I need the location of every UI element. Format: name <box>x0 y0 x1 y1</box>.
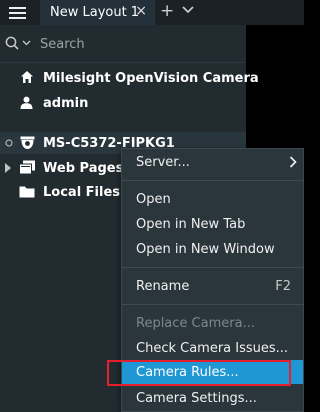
web-pages-label: Web Pages <box>43 160 124 176</box>
user-icon <box>20 96 33 109</box>
search-input[interactable] <box>40 34 230 54</box>
tree-item-user[interactable]: admin <box>0 92 246 114</box>
menu-item-replace-camera: Replace Camera... <box>122 311 303 335</box>
user-name: admin <box>43 95 89 111</box>
hamburger-icon <box>8 6 26 19</box>
close-icon[interactable]: × <box>135 3 147 19</box>
web-pages-icon <box>19 160 35 175</box>
menu-item-label: Check Camera Issues... <box>136 340 289 356</box>
menu-separator <box>122 180 303 181</box>
menu-separator <box>122 267 303 268</box>
expand-arrow-icon[interactable] <box>5 163 11 173</box>
menu-item-label: Open <box>136 191 171 207</box>
home-icon <box>21 71 33 83</box>
menu-item-server[interactable]: Server... <box>122 150 303 174</box>
chevron-right-icon <box>289 156 297 168</box>
menu-item-label: Rename <box>136 278 190 294</box>
menu-item-label: Camera Settings... <box>136 390 257 406</box>
folder-icon <box>19 186 35 198</box>
tab-new-layout-1[interactable]: New Layout 1 × <box>40 0 155 25</box>
search-bar <box>0 25 246 63</box>
menu-item-check-camera-issues[interactable]: Check Camera Issues... <box>122 336 303 360</box>
menu-item-label: Open in New Tab <box>136 216 246 232</box>
tab-label: New Layout 1 <box>50 5 140 20</box>
status-dot-icon <box>5 139 13 147</box>
tree-item-server[interactable]: Milesight OpenVision Camera <box>0 67 259 89</box>
annotation-highlight-box <box>107 360 291 386</box>
top-bar: New Layout 1 × + <box>0 0 304 25</box>
menu-item-label: Replace Camera... <box>136 315 255 331</box>
server-name: Milesight OpenVision Camera <box>43 70 259 86</box>
camera-icon <box>20 136 35 149</box>
menu-item-rename[interactable]: Rename F2 <box>122 274 303 298</box>
main-menu-button[interactable] <box>0 0 34 25</box>
menu-item-label: Server... <box>136 154 190 170</box>
add-tab-icon[interactable]: + <box>160 1 174 21</box>
menu-item-camera-settings[interactable]: Camera Settings... <box>122 386 303 410</box>
menu-item-open[interactable]: Open <box>122 187 303 211</box>
local-files-label: Local Files <box>43 184 121 200</box>
shortcut-label: F2 <box>275 278 291 294</box>
chevron-down-icon[interactable] <box>182 6 194 14</box>
menu-item-open-new-window[interactable]: Open in New Window <box>122 237 303 261</box>
chevron-down-icon[interactable] <box>22 40 31 46</box>
menu-item-label: Open in New Window <box>136 241 275 257</box>
menu-item-open-new-tab[interactable]: Open in New Tab <box>122 212 303 236</box>
menu-separator <box>122 304 303 305</box>
search-icon[interactable] <box>5 36 19 50</box>
